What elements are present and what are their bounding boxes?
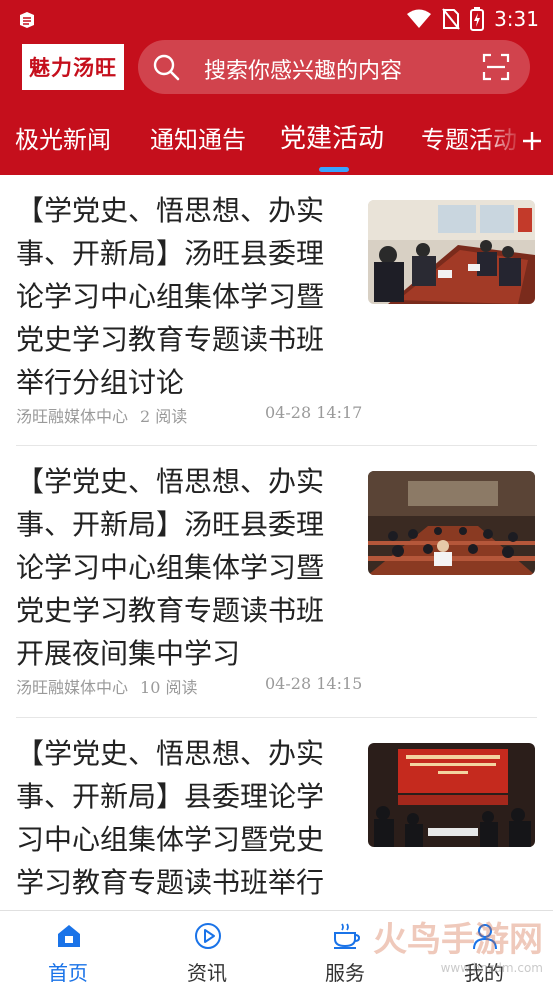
article-item[interactable]: 【学党史、悟思想、办实事、开新局】汤旺县委理论学习中心组集体学习暨党史学习教育专… xyxy=(0,175,553,446)
tabs-fade xyxy=(483,108,523,168)
app-logo[interactable]: 魅力汤旺 xyxy=(22,44,124,90)
play-circle-icon xyxy=(195,923,221,949)
add-tab-icon[interactable] xyxy=(519,128,545,154)
article-reads: 10 阅读 xyxy=(140,678,198,697)
article-meta: 汤旺融媒体中心 2 阅读 xyxy=(16,403,187,427)
nav-home-label: 首页 xyxy=(48,961,88,983)
article-time: 04-28 14:17 xyxy=(265,403,363,422)
article-thumbnail[interactable] xyxy=(368,743,535,847)
conference-stage-photo xyxy=(368,743,535,847)
article-item[interactable]: 【学党史、悟思想、办实事、开新局】县委理论学习中心组集体学习暨党史学习教育专题读… xyxy=(0,718,553,910)
article-title[interactable]: 【学党史、悟思想、办实事、开新局】县委理论学习中心组集体学习暨党史学习教育专题读… xyxy=(16,732,336,904)
battery-icon xyxy=(470,7,485,31)
scan-icon[interactable] xyxy=(482,53,510,81)
article-source: 汤旺融媒体中心 xyxy=(16,678,129,697)
search-placeholder[interactable]: 搜索你感兴趣的内容 xyxy=(204,53,402,85)
article-thumbnail[interactable] xyxy=(368,200,535,304)
lecture-hall-photo xyxy=(368,471,535,575)
search-icon xyxy=(153,54,180,81)
nav-home[interactable]: 首页 xyxy=(8,911,128,983)
cup-icon xyxy=(334,923,361,949)
tab-notices[interactable]: 通知通告 xyxy=(150,120,246,155)
logo-text: 魅力汤旺 xyxy=(29,55,117,80)
article-item[interactable]: 【学党史、悟思想、办实事、开新局】汤旺县委理论学习中心组集体学习暨党史学习教育专… xyxy=(0,446,553,718)
article-reads: 2 阅读 xyxy=(140,407,188,426)
article-source: 汤旺融媒体中心 xyxy=(16,407,129,426)
nav-news[interactable]: 资讯 xyxy=(147,911,267,983)
wifi-icon xyxy=(407,9,432,28)
status-bar: 3:31 xyxy=(0,0,553,38)
search-bar[interactable]: 搜索你感兴趣的内容 xyxy=(138,40,530,94)
nav-news-label: 资讯 xyxy=(187,961,227,983)
article-thumbnail[interactable] xyxy=(368,471,535,575)
meeting-table-photo xyxy=(368,200,535,304)
article-meta: 汤旺融媒体中心 10 阅读 xyxy=(16,674,197,698)
tab-party-activities[interactable]: 党建活动 xyxy=(280,118,384,155)
category-tabs: 极光新闻 通知通告 党建活动 专题活动 xyxy=(0,108,520,168)
watermark-text: 火鸟手游网 xyxy=(373,920,543,960)
article-title[interactable]: 【学党史、悟思想、办实事、开新局】汤旺县委理论学习中心组集体学习暨党史学习教育专… xyxy=(16,460,336,675)
active-tab-indicator xyxy=(319,167,349,172)
watermark-url: www.hnzdm.com xyxy=(440,961,543,975)
article-time: 04-28 14:15 xyxy=(265,674,363,693)
tab-aurora-news[interactable]: 极光新闻 xyxy=(15,120,111,155)
notification-app-icon xyxy=(20,12,34,28)
watermark: 火鸟手游网 www.hnzdm.com xyxy=(373,912,543,975)
article-list: 【学党史、悟思想、办实事、开新局】汤旺县委理论学习中心组集体学习暨党史学习教育专… xyxy=(0,175,553,910)
bottom-nav: 首页 资讯 服务 我的 火鸟手游网 www.hnzdm.com xyxy=(0,910,553,983)
status-time: 3:31 xyxy=(494,7,539,31)
no-sim-icon xyxy=(442,8,460,30)
article-title[interactable]: 【学党史、悟思想、办实事、开新局】汤旺县委理论学习中心组集体学习暨党史学习教育专… xyxy=(16,189,336,404)
home-icon xyxy=(58,925,80,947)
